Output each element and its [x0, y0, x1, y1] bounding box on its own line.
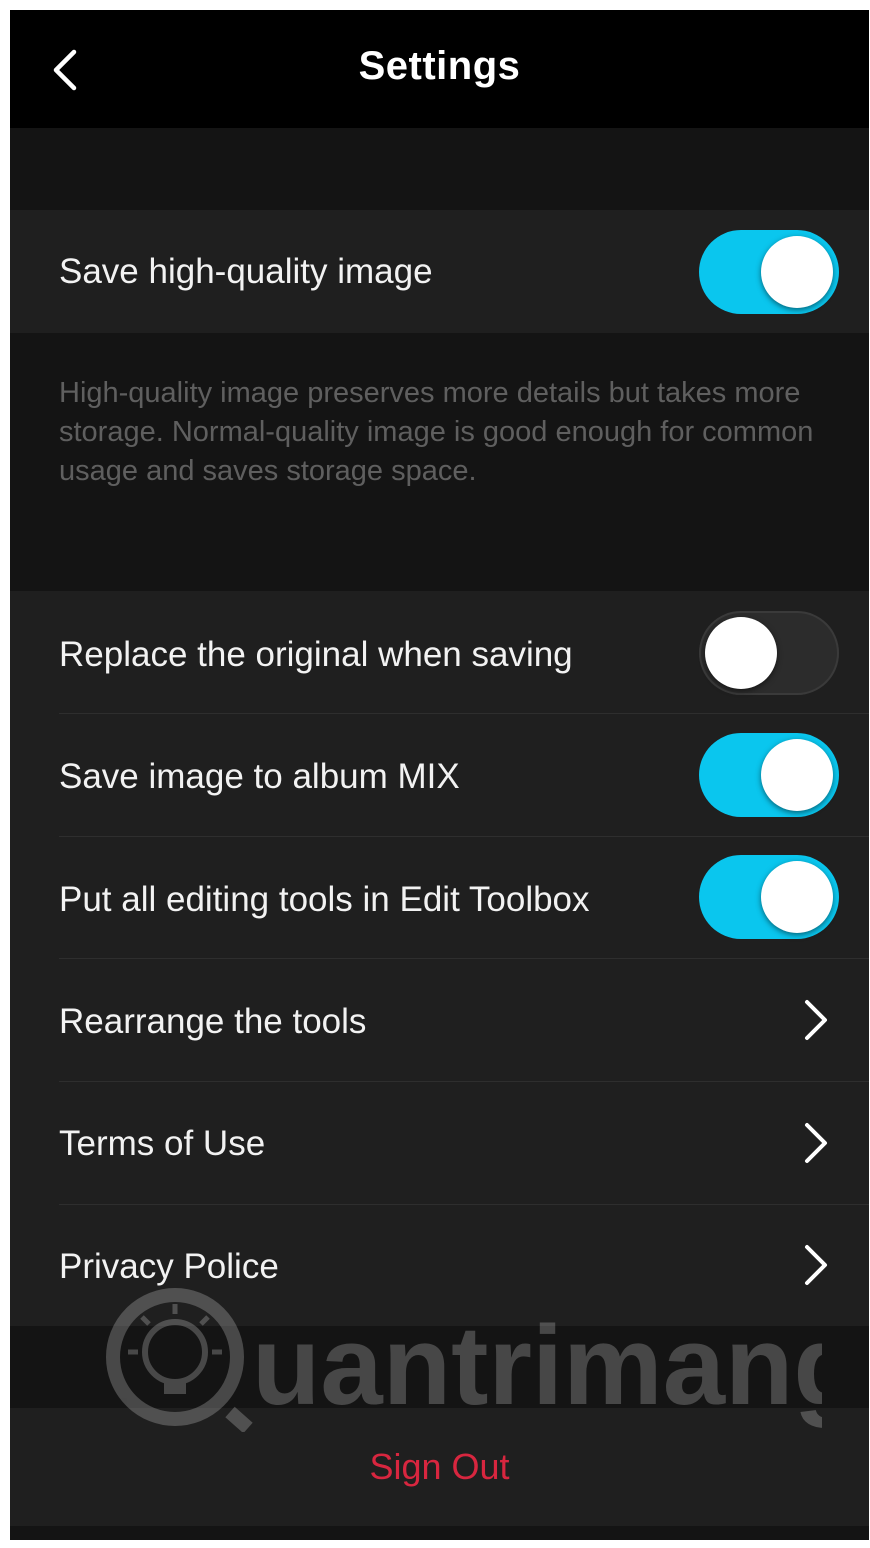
chevron-right-icon: [805, 1123, 827, 1163]
navigation-bar: Settings: [10, 10, 869, 128]
setting-label: Privacy Police: [59, 1247, 279, 1286]
terms-of-use-item[interactable]: Terms of Use: [10, 1082, 869, 1204]
setting-label: Save high-quality image: [59, 252, 433, 291]
rearrange-tools-item[interactable]: Rearrange the tools: [10, 959, 869, 1081]
divider: [59, 713, 869, 714]
settings-group: Replace the original when saving Save im…: [10, 591, 869, 1326]
divider: [59, 836, 869, 837]
save-album-toggle[interactable]: [699, 733, 839, 817]
privacy-policy-item[interactable]: Privacy Police: [10, 1205, 869, 1326]
sign-out-button[interactable]: Sign Out: [10, 1408, 869, 1526]
sign-out-label: Sign Out: [369, 1446, 510, 1487]
save-hq-description: High-quality image preserves more detail…: [59, 377, 814, 487]
setting-label: Replace the original when saving: [59, 635, 573, 674]
settings-screen: Settings Save high-quality image High-qu…: [10, 10, 869, 1540]
setting-label: Save image to album MIX: [59, 757, 460, 796]
setting-label: Rearrange the tools: [59, 1002, 367, 1041]
replace-original-toggle[interactable]: [699, 611, 839, 695]
setting-row-save-hq: Save high-quality image: [10, 210, 869, 333]
page-title: Settings: [358, 44, 521, 88]
chevron-right-icon: [805, 1000, 827, 1040]
chevron-right-icon: [805, 1245, 827, 1285]
toggle-knob: [761, 739, 833, 811]
setting-label: Terms of Use: [59, 1124, 266, 1163]
edit-toolbox-toggle[interactable]: [699, 855, 839, 939]
toggle-knob: [761, 236, 833, 308]
setting-label: Put all editing tools in Edit Toolbox: [59, 880, 590, 919]
toggle-knob: [761, 861, 833, 933]
toggle-knob: [705, 617, 777, 689]
save-hq-toggle[interactable]: [699, 230, 839, 314]
